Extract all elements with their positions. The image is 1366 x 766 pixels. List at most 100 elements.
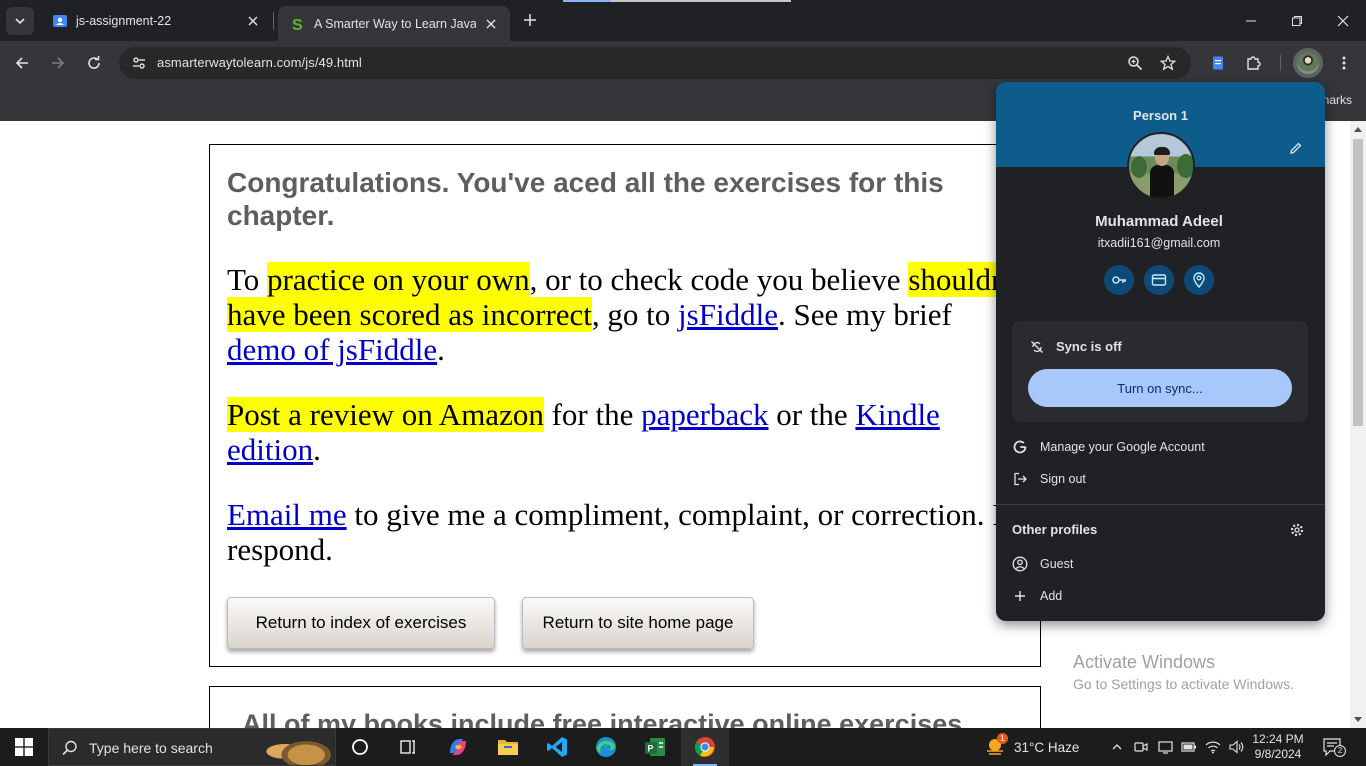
site-info-icon[interactable]	[127, 51, 151, 75]
meet-now-tray[interactable]	[1130, 728, 1152, 766]
address-bar[interactable]: asmarterwaytolearn.com/js/49.html	[119, 47, 1191, 79]
close-icon	[1337, 15, 1349, 26]
divider	[996, 504, 1325, 505]
start-button[interactable]	[0, 728, 48, 766]
close-tab-icon[interactable]	[482, 15, 500, 33]
page-scrollbar[interactable]	[1350, 121, 1366, 728]
windows-taskbar: Type here to search P 1 31°C Haze 12:24 …	[0, 728, 1366, 766]
search-icon	[62, 740, 77, 756]
profile-avatar-large	[1127, 132, 1195, 200]
copilot-app[interactable]	[434, 728, 482, 766]
weather-alert-badge: 1	[997, 733, 1008, 744]
scroll-thumb[interactable]	[1353, 139, 1363, 426]
taskbar-search-box[interactable]: Type here to search	[48, 728, 336, 766]
restore-button[interactable]	[1274, 0, 1320, 41]
more-vert-icon	[1342, 56, 1346, 70]
plus-icon	[524, 14, 536, 26]
reload-button[interactable]	[80, 49, 108, 77]
tab-search-button[interactable]	[6, 7, 34, 35]
loading-indicator-track	[611, 0, 791, 2]
watermark-subtitle: Go to Settings to activate Windows.	[1073, 676, 1294, 692]
tab-strip: js-assignment-22 S A Smarter Way to Lear…	[0, 0, 1366, 41]
addresses-button[interactable]	[1184, 265, 1214, 295]
paperback-link[interactable]: paperback	[641, 397, 768, 432]
email-me-link[interactable]: Email me	[227, 497, 347, 532]
tab-smarter-way[interactable]: S A Smarter Way to Learn JavaScri	[278, 6, 510, 41]
return-home-button[interactable]: Return to site home page	[522, 597, 754, 649]
weather-text: 31°C Haze	[1014, 739, 1080, 755]
tab-js-assignment[interactable]: js-assignment-22	[40, 0, 272, 41]
jsfiddle-demo-link[interactable]: demo of jsFiddle	[227, 332, 437, 367]
paragraph-email: Email me to give me a compliment, compla…	[227, 497, 1027, 567]
guest-avatar-icon	[1012, 556, 1028, 572]
cortana-button[interactable]	[336, 728, 384, 766]
restore-icon	[1292, 15, 1302, 26]
scroll-up-icon[interactable]	[1350, 121, 1366, 137]
passwords-button[interactable]	[1104, 265, 1134, 295]
scroll-down-icon[interactable]	[1350, 712, 1366, 728]
add-label: Add	[1040, 589, 1063, 603]
copilot-icon	[450, 739, 466, 755]
sync-off-icon	[1031, 340, 1043, 353]
google-g-icon	[1012, 439, 1028, 455]
display-icon	[1157, 741, 1173, 754]
battery-tray[interactable]	[1178, 728, 1200, 766]
tab-title: A Smarter Way to Learn JavaScri	[314, 16, 476, 31]
new-tab-button[interactable]	[519, 9, 541, 31]
text: for the	[543, 397, 642, 432]
watermark-title: Activate Windows	[1073, 652, 1216, 672]
profile-photo	[1297, 52, 1319, 74]
location-pin-icon	[1193, 272, 1205, 288]
chevron-up-icon	[1112, 744, 1122, 750]
close-window-button[interactable]	[1320, 0, 1366, 41]
show-hidden-icons-button[interactable]	[1106, 728, 1128, 766]
text: , go to	[591, 297, 679, 332]
battery-icon	[1181, 742, 1196, 752]
return-index-button[interactable]: Return to index of exercises	[227, 597, 495, 649]
minimize-button[interactable]	[1228, 0, 1274, 41]
back-button[interactable]	[8, 49, 36, 77]
edit-profile-icon[interactable]	[1285, 137, 1307, 159]
edge-app[interactable]	[582, 728, 630, 766]
all-bookmarks-label[interactable]: narks	[1323, 93, 1352, 107]
weather-widget[interactable]: 1 31°C Haze	[984, 728, 1079, 766]
profile-name: Muhammad Adeel	[1095, 213, 1223, 230]
forward-arrow-icon	[52, 57, 65, 69]
manage-google-account-item[interactable]: Manage your Google Account	[1012, 435, 1205, 459]
extension-docs-button[interactable]	[1204, 49, 1232, 77]
search-placeholder: Type here to search	[89, 740, 213, 756]
manage-profiles-gear-icon[interactable]	[1288, 521, 1306, 539]
project-app[interactable]: P	[631, 728, 679, 766]
profile-email: itxadii161@gmail.com	[1097, 236, 1221, 250]
page-heading: Congratulations. You've aced all the exe…	[227, 167, 944, 231]
text: .	[437, 332, 445, 367]
notification-center-button[interactable]: 2	[1322, 737, 1346, 757]
turn-on-sync-button[interactable]: Turn on sync...	[1028, 369, 1292, 407]
network-tray[interactable]	[1202, 728, 1224, 766]
forward-button[interactable]	[44, 49, 72, 77]
close-tab-icon[interactable]	[244, 12, 262, 30]
weather-haze-icon: 1	[984, 733, 1008, 758]
clock-date: 9/8/2024	[1254, 747, 1302, 761]
guest-profile-item[interactable]: Guest	[1012, 552, 1073, 576]
profile-person-label: Person 1	[1133, 108, 1188, 123]
chrome-app[interactable]	[681, 728, 729, 766]
jsfiddle-link[interactable]: jsFiddle	[678, 297, 778, 332]
profile-avatar-button[interactable]	[1293, 48, 1323, 78]
file-explorer-app[interactable]	[484, 728, 532, 766]
taskbar-clock[interactable]: 12:24 PM 9/8/2024	[1248, 732, 1308, 762]
task-view-button[interactable]	[384, 728, 432, 766]
zoom-icon[interactable]	[1123, 51, 1147, 75]
payment-methods-button[interactable]	[1144, 265, 1174, 295]
profile-menu: Person 1 Muhammad Adeel itxadii161@gmail…	[996, 82, 1325, 621]
extensions-button[interactable]	[1240, 49, 1268, 77]
add-profile-item[interactable]: Add	[1012, 584, 1062, 608]
tab-title: js-assignment-22	[76, 13, 172, 28]
volume-tray[interactable]	[1226, 728, 1248, 766]
bookmark-star-icon[interactable]	[1156, 51, 1180, 75]
display-tray[interactable]	[1154, 728, 1176, 766]
vscode-app[interactable]	[533, 728, 581, 766]
url-text[interactable]: asmarterwaytolearn.com/js/49.html	[157, 55, 362, 70]
sign-out-item[interactable]: Sign out	[1012, 467, 1086, 491]
chrome-menu-button[interactable]	[1330, 49, 1358, 77]
